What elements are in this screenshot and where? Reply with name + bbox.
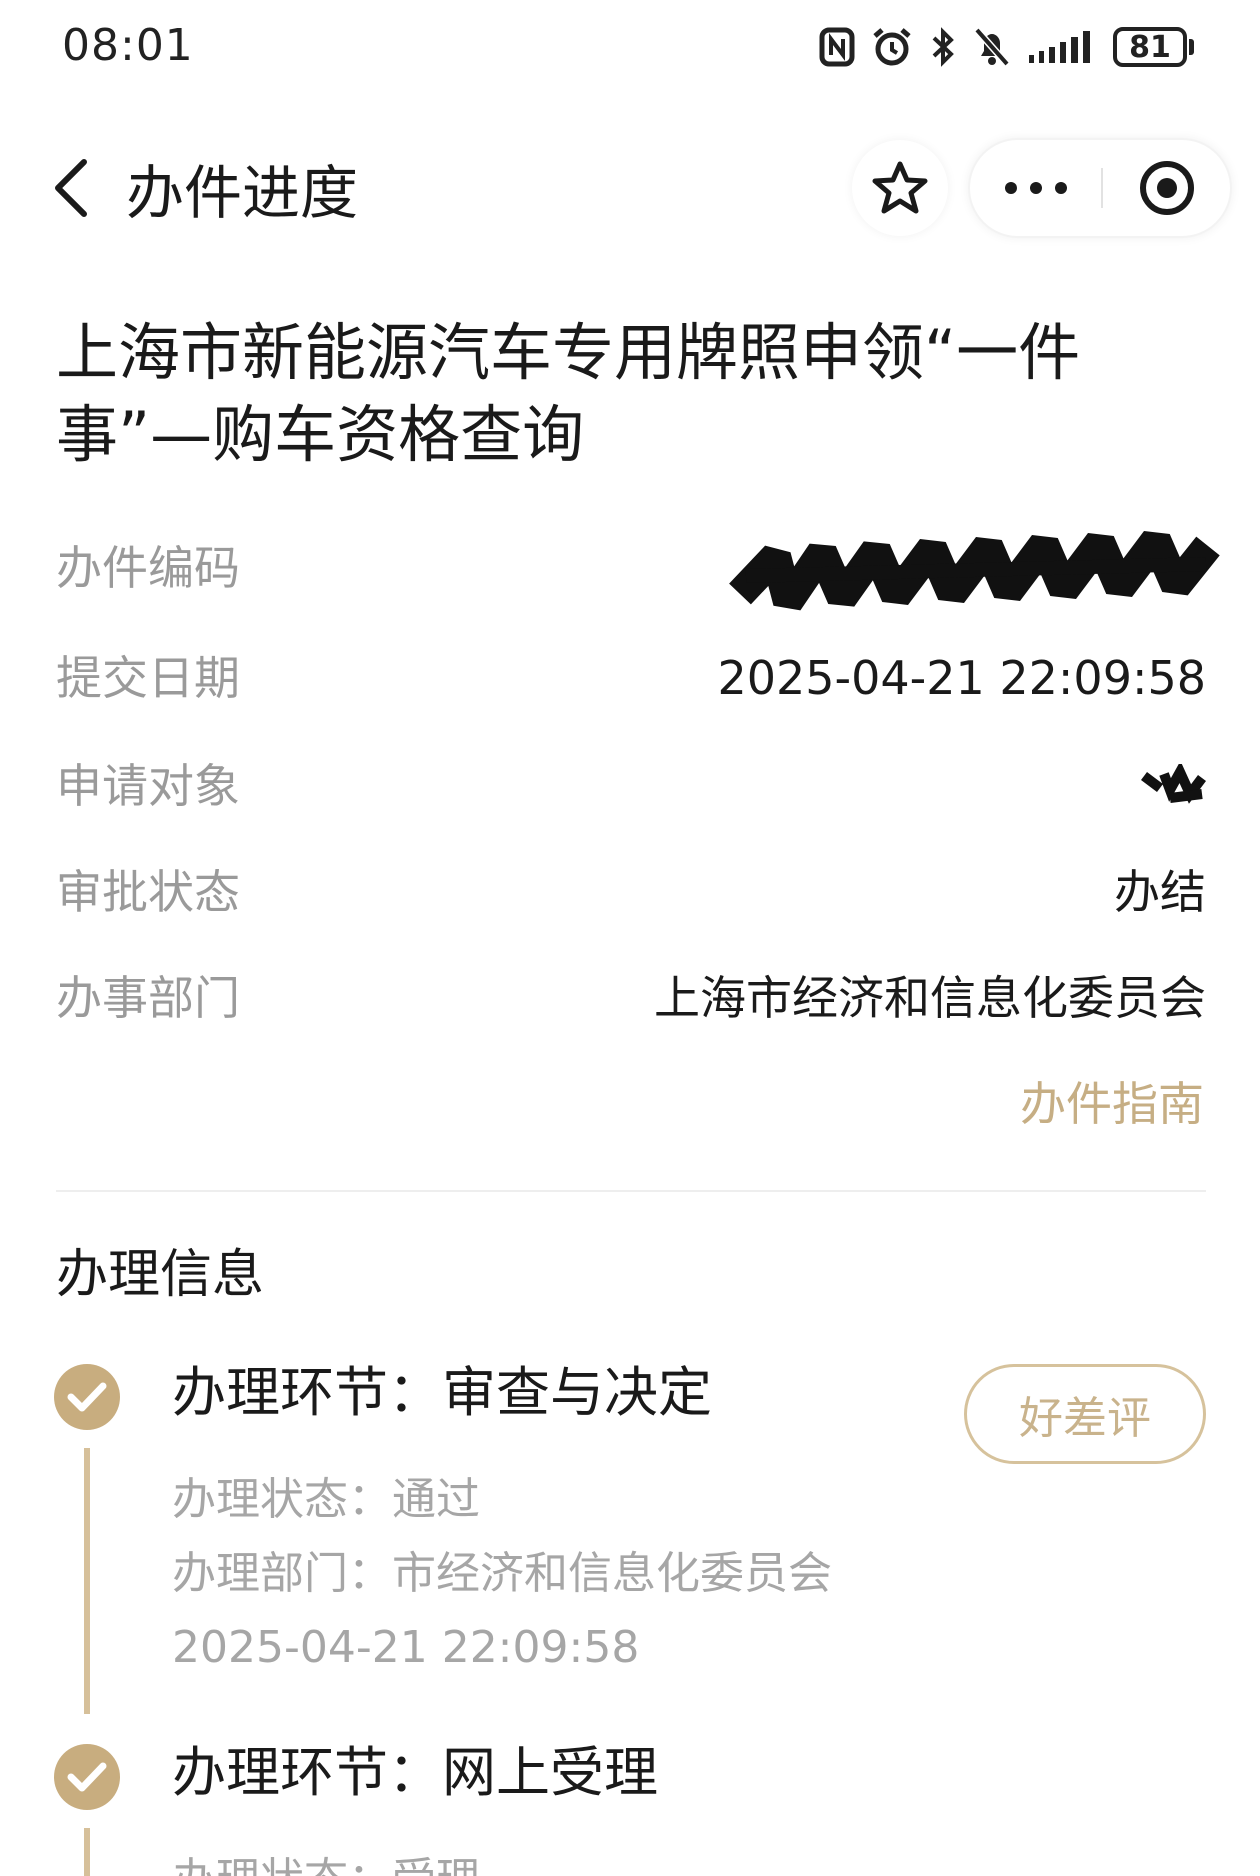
step-title: 办理环节：网上受理 — [172, 1741, 658, 1804]
timeline-step: 办理环节：网上受理 办理状态：受理 — [0, 1741, 1260, 1876]
info-row-applicant: 申请对象 — [56, 756, 1206, 816]
mini-program-capsule — [968, 138, 1232, 238]
code-label: 办件编码 — [56, 541, 240, 595]
close-target-icon — [1140, 161, 1194, 215]
close-button[interactable] — [1102, 140, 1232, 236]
status-time: 08:01 — [62, 20, 194, 71]
nav-bar: 办件进度 — [0, 110, 1260, 260]
step-department: 办理部门：市经济和信息化委员会 — [172, 1548, 832, 1599]
department-label: 办事部门 — [56, 971, 240, 1025]
rate-button[interactable]: 好差评 — [964, 1364, 1206, 1464]
back-button[interactable] — [40, 148, 100, 228]
timeline-line — [84, 1448, 90, 1714]
info-row-status: 审批状态 办结 — [56, 862, 1206, 922]
status-value: 办结 — [1114, 865, 1206, 919]
more-button[interactable] — [970, 140, 1102, 236]
check-icon — [67, 1762, 107, 1792]
department-value: 上海市经济和信息化委员会 — [654, 971, 1206, 1025]
back-arrow-icon — [55, 159, 87, 217]
bell-off-icon — [974, 27, 1010, 67]
battery-icon: 81 — [1113, 27, 1194, 67]
battery-level: 81 — [1113, 27, 1187, 67]
bluetooth-icon — [932, 27, 954, 67]
info-row-department: 办事部门 上海市经济和信息化委员会 — [56, 968, 1206, 1028]
check-icon — [67, 1382, 107, 1412]
status-label: 审批状态 — [56, 865, 240, 919]
applicant-label: 申请对象 — [56, 759, 240, 813]
timeline-step: 办理环节：审查与决定 办理状态：通过 办理部门：市经济和信息化委员会 2025-… — [0, 1361, 1260, 1714]
signal-icon — [1029, 31, 1090, 63]
page-title: 办件进度 — [126, 159, 359, 227]
guide-link[interactable]: 办件指南 — [1020, 1074, 1204, 1134]
timeline-line — [84, 1828, 90, 1876]
step-time: 2025-04-21 22:09:58 — [172, 1622, 640, 1673]
service-title: 上海市新能源汽车专用牌照申领“一件事”—购车资格查询 — [56, 316, 1081, 471]
status-icons: 81 — [819, 24, 1194, 70]
more-icon — [1005, 182, 1067, 194]
check-circle-icon — [54, 1364, 120, 1430]
step-status: 办理状态：通过 — [172, 1474, 480, 1525]
date-label: 提交日期 — [56, 651, 240, 705]
info-row-code: 办件编码 — [56, 531, 1220, 611]
date-value: 2025-04-21 22:09:58 — [717, 651, 1206, 705]
section-title: 办理信息 — [56, 1245, 265, 1305]
redaction-mark — [1141, 764, 1206, 804]
info-row-date: 提交日期 2025-04-21 22:09:58 — [56, 648, 1206, 708]
nfc-icon — [819, 27, 855, 67]
step-status: 办理状态：受理 — [172, 1852, 480, 1876]
battery-tip — [1189, 39, 1194, 55]
status-bar: 08:01 81 — [0, 0, 1260, 96]
step-title: 办理环节：审查与决定 — [172, 1361, 712, 1424]
section-divider — [56, 1190, 1206, 1192]
favorite-button[interactable] — [852, 140, 948, 236]
redaction-scribble — [729, 531, 1220, 611]
check-circle-icon — [54, 1744, 120, 1810]
star-icon — [872, 161, 928, 214]
alarm-icon — [873, 28, 911, 66]
